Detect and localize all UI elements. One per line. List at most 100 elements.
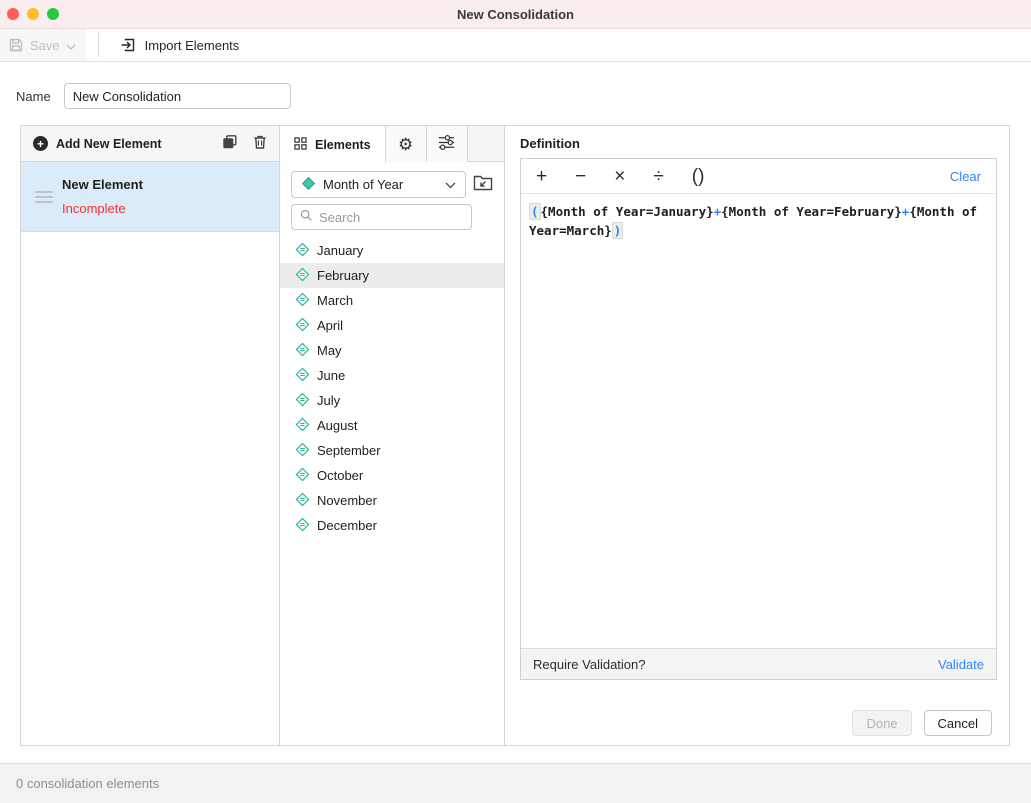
operator-buttons: + − × ÷ () Clear: [521, 159, 996, 194]
tab-filters[interactable]: [427, 126, 468, 162]
duplicate-element-button[interactable]: [222, 134, 238, 153]
tab-elements[interactable]: Elements: [280, 126, 386, 163]
month-label: October: [317, 468, 363, 483]
done-button[interactable]: Done: [852, 710, 911, 736]
duplicate-icon: [222, 134, 238, 153]
month-list-item[interactable]: June: [280, 363, 504, 388]
sliders-icon: [437, 133, 456, 155]
save-icon: [8, 37, 24, 53]
operator-multiply-button[interactable]: ×: [614, 167, 625, 186]
folder-arrow-icon: [473, 174, 493, 195]
search-icon: [300, 209, 313, 225]
add-new-element-label: Add New Element: [56, 137, 162, 151]
month-list-item[interactable]: July: [280, 388, 504, 413]
status-bar: 0 consolidation elements: [0, 763, 1031, 803]
operator-divide-button[interactable]: ÷: [653, 167, 663, 186]
month-list-item[interactable]: March: [280, 288, 504, 313]
element-diamond-icon: [295, 392, 310, 410]
import-elements-button[interactable]: Import Elements: [120, 37, 240, 53]
month-label: November: [317, 493, 377, 508]
tab-settings[interactable]: ⚙: [386, 126, 427, 162]
month-label: June: [317, 368, 345, 383]
action-buttons: Done Cancel: [852, 710, 992, 736]
month-list-item[interactable]: November: [280, 488, 504, 513]
drag-handle-icon[interactable]: [35, 191, 53, 203]
month-list-item[interactable]: December: [280, 513, 504, 538]
hierarchy-folder-button[interactable]: [473, 174, 493, 195]
element-diamond-icon: [295, 342, 310, 360]
month-list-item[interactable]: October: [280, 463, 504, 488]
chevron-down-icon: [445, 177, 456, 192]
element-diamond-icon: [295, 517, 310, 535]
require-validation-label: Require Validation?: [533, 657, 938, 672]
month-label: July: [317, 393, 340, 408]
consolidation-editor: + Add New Element New Element Incomplete: [20, 125, 1010, 746]
month-label: January: [317, 243, 363, 258]
element-diamond-icon: [295, 292, 310, 310]
name-label: Name: [16, 89, 51, 104]
validate-button[interactable]: Validate: [938, 657, 984, 672]
delete-element-button[interactable]: [252, 134, 268, 153]
name-input[interactable]: [64, 83, 291, 109]
month-label: March: [317, 293, 353, 308]
operator-parentheses-button[interactable]: (): [692, 167, 705, 186]
window-title: New Consolidation: [457, 7, 574, 22]
element-diamond-icon: [295, 367, 310, 385]
month-list-item[interactable]: January: [280, 238, 504, 263]
element-diamond-icon: [295, 267, 310, 285]
clear-button[interactable]: Clear: [950, 169, 981, 184]
month-list-item[interactable]: September: [280, 438, 504, 463]
save-button[interactable]: Save: [0, 29, 86, 61]
operator-add-button[interactable]: +: [536, 167, 547, 186]
picker-tabbar: Elements ⚙: [280, 126, 504, 162]
cancel-button[interactable]: Cancel: [924, 710, 992, 736]
diamond-icon: [301, 176, 316, 194]
search-input[interactable]: [319, 210, 459, 225]
month-label: April: [317, 318, 343, 333]
trash-icon: [252, 134, 268, 153]
import-icon: [120, 37, 136, 53]
operator-subtract-button[interactable]: −: [575, 167, 586, 186]
element-diamond-icon: [295, 242, 310, 260]
elements-picker-pane: Elements ⚙ Month of Year: [280, 126, 505, 745]
element-diamond-icon: [295, 492, 310, 510]
definition-box: + − × ÷ () Clear ({Month of Year=January}+{M…: [520, 158, 997, 680]
traffic-lights: [7, 8, 59, 20]
dimension-dropdown-value: Month of Year: [323, 177, 438, 192]
import-elements-label: Import Elements: [145, 38, 240, 53]
dimension-dropdown[interactable]: Month of Year: [291, 171, 466, 198]
name-row: Name: [16, 83, 291, 109]
month-label: December: [317, 518, 377, 533]
toolbar-divider: [98, 33, 99, 57]
search-box: [291, 204, 472, 230]
toolbar: Save Import Elements: [0, 29, 1031, 62]
month-label: August: [317, 418, 357, 433]
element-status-incomplete: Incomplete: [62, 201, 143, 216]
element-diamond-icon: [295, 317, 310, 335]
validation-bar: Require Validation? Validate: [521, 648, 996, 679]
save-label: Save: [30, 38, 60, 53]
gear-icon: ⚙: [398, 136, 413, 153]
element-diamond-icon: [295, 442, 310, 460]
definition-title: Definition: [520, 136, 580, 151]
add-new-element-button[interactable]: + Add New Element: [33, 136, 208, 151]
month-list-item[interactable]: August: [280, 413, 504, 438]
element-diamond-icon: [295, 467, 310, 485]
month-list-item[interactable]: April: [280, 313, 504, 338]
zoom-button[interactable]: [47, 8, 59, 20]
element-list-item[interactable]: New Element Incomplete: [21, 162, 279, 232]
element-text: New Element Incomplete: [62, 177, 143, 216]
month-list-item[interactable]: February: [280, 263, 504, 288]
picker-controls: Month of Year: [280, 162, 504, 230]
month-label: September: [317, 443, 381, 458]
elements-list-header: + Add New Element: [21, 126, 279, 162]
formula-token-paren: (: [529, 203, 541, 220]
formula-token-term: {Month of Year=February}: [721, 204, 902, 219]
minimize-button[interactable]: [27, 8, 39, 20]
element-title: New Element: [62, 177, 143, 192]
month-label: May: [317, 343, 342, 358]
month-list-item[interactable]: May: [280, 338, 504, 363]
close-button[interactable]: [7, 8, 19, 20]
formula-editor[interactable]: ({Month of Year=January}+{Month of Year=…: [521, 194, 996, 648]
formula-token-paren: ): [612, 222, 624, 239]
